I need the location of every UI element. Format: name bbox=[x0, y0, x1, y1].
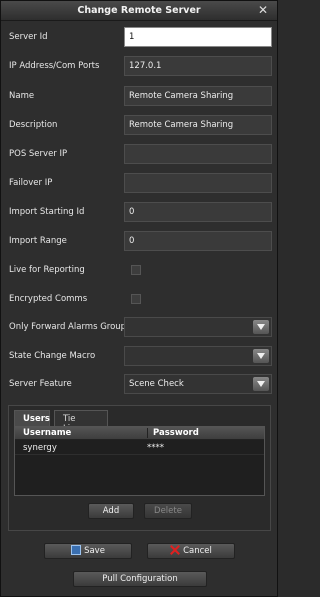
change-remote-server-dialog: Change Remote Server ✕ Server Id 1 IP Ad… bbox=[0, 0, 278, 597]
encrypted-comms-label: Encrypted Comms bbox=[9, 294, 88, 304]
description-row: Description Remote Camera Sharing bbox=[9, 115, 272, 135]
description-input[interactable]: Remote Camera Sharing bbox=[124, 115, 272, 135]
pos-server-ip-label: POS Server IP bbox=[9, 149, 68, 159]
chevron-down-icon[interactable] bbox=[253, 320, 269, 334]
live-for-reporting-label: Live for Reporting bbox=[9, 265, 85, 275]
password-column-header[interactable]: Password bbox=[147, 428, 199, 438]
username-cell: synergy bbox=[23, 443, 57, 453]
cancel-label: Cancel bbox=[183, 546, 212, 556]
name-label: Name bbox=[9, 91, 35, 101]
ip-address-row: IP Address/Com Ports 127.0.1 bbox=[9, 56, 272, 76]
users-table-header: Username Password bbox=[15, 427, 264, 440]
server-id-row: Server Id 1 bbox=[9, 27, 272, 47]
close-icon[interactable]: ✕ bbox=[258, 3, 268, 17]
import-starting-id-label: Import Starting Id bbox=[9, 207, 85, 217]
red-x-icon bbox=[170, 545, 180, 555]
dialog-title: Change Remote Server bbox=[77, 5, 201, 16]
encrypted-comms-row: Encrypted Comms bbox=[9, 289, 271, 309]
state-change-macro-row: State Change Macro bbox=[9, 346, 272, 366]
live-for-reporting-checkbox[interactable] bbox=[131, 265, 141, 275]
server-id-input[interactable]: 1 bbox=[124, 27, 272, 47]
forward-alarms-group-row: Only Forward Alarms Group bbox=[9, 317, 272, 337]
pos-server-ip-input[interactable] bbox=[124, 144, 272, 164]
failover-ip-label: Failover IP bbox=[9, 178, 53, 188]
import-range-input[interactable]: 0 bbox=[124, 231, 272, 251]
chevron-down-icon[interactable] bbox=[253, 349, 269, 363]
title-bar: Change Remote Server ✕ bbox=[1, 1, 277, 21]
server-feature-label: Server Feature bbox=[9, 379, 72, 389]
state-change-macro-select[interactable] bbox=[124, 346, 272, 366]
delete-user-button[interactable]: Delete bbox=[144, 503, 192, 519]
description-label: Description bbox=[9, 120, 58, 130]
name-row: Name Remote Camera Sharing bbox=[9, 86, 272, 106]
add-user-button[interactable]: Add bbox=[88, 503, 134, 519]
import-starting-id-input[interactable]: 0 bbox=[124, 202, 272, 222]
username-column-header[interactable]: Username bbox=[23, 428, 71, 438]
live-for-reporting-row: Live for Reporting bbox=[9, 260, 271, 280]
chevron-down-icon[interactable] bbox=[253, 377, 269, 391]
forward-alarms-group-select[interactable] bbox=[124, 317, 272, 337]
server-id-label: Server Id bbox=[9, 32, 48, 42]
encrypted-comms-checkbox[interactable] bbox=[131, 294, 141, 304]
save-label: Save bbox=[84, 546, 105, 556]
cancel-button[interactable]: Cancel bbox=[147, 543, 235, 559]
ip-address-input[interactable]: 127.0.1 bbox=[124, 56, 272, 76]
import-range-row: Import Range 0 bbox=[9, 231, 272, 251]
failover-ip-input[interactable] bbox=[124, 173, 272, 193]
failover-ip-row: Failover IP bbox=[9, 173, 272, 193]
forward-alarms-group-label: Only Forward Alarms Group bbox=[9, 322, 127, 332]
save-button[interactable]: Save bbox=[44, 543, 132, 559]
server-feature-select[interactable]: Scene Check bbox=[124, 374, 272, 394]
floppy-disk-icon bbox=[71, 545, 82, 555]
server-feature-value: Scene Check bbox=[129, 379, 184, 389]
import-range-label: Import Range bbox=[9, 236, 67, 246]
pos-server-ip-row: POS Server IP bbox=[9, 144, 272, 164]
pull-configuration-button[interactable]: Pull Configuration bbox=[73, 571, 207, 587]
name-input[interactable]: Remote Camera Sharing bbox=[124, 86, 272, 106]
tab-tie-lines[interactable]: Tie Lines bbox=[54, 410, 108, 434]
import-starting-id-row: Import Starting Id 0 bbox=[9, 202, 272, 222]
state-change-macro-label: State Change Macro bbox=[9, 351, 96, 361]
ip-address-label: IP Address/Com Ports bbox=[9, 61, 100, 71]
tab-users[interactable]: Users bbox=[14, 410, 50, 426]
users-table: Username Password synergy **** bbox=[14, 426, 265, 496]
password-cell: **** bbox=[147, 443, 164, 453]
server-feature-row: Server Feature Scene Check bbox=[9, 374, 272, 394]
table-row[interactable]: synergy **** bbox=[15, 441, 264, 455]
